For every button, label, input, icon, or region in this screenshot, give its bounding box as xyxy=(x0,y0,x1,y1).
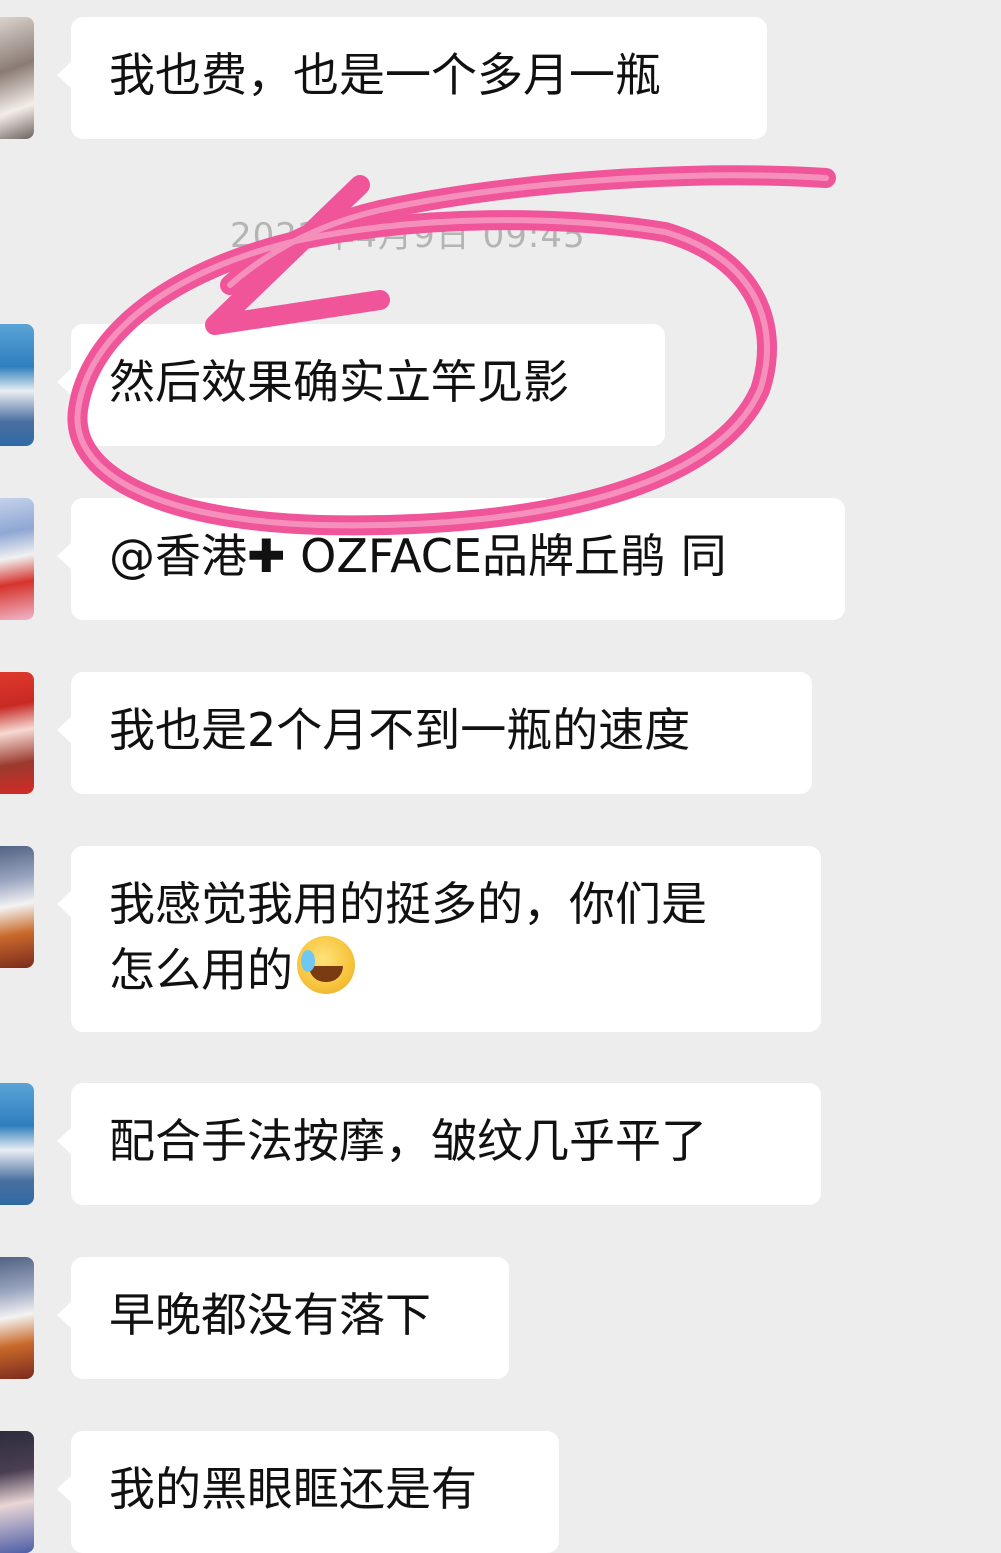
message-bubble[interactable]: 早晚都没有落下 xyxy=(57,1257,509,1379)
message-bubble[interactable]: 我也费，也是一个多月一瓶 xyxy=(57,17,767,139)
message-text: 我的黑眼眶还是有 xyxy=(109,1462,477,1516)
avatar[interactable] xyxy=(0,672,34,794)
tears-of-joy-emoji-icon xyxy=(297,936,355,994)
message-text: @香港✚ OZFACE品牌丘鹃 同 xyxy=(109,529,727,583)
message-bubble[interactable]: 配合手法按摩，皱纹几乎平了 xyxy=(57,1083,821,1205)
message-text: 我也费，也是一个多月一瓶 xyxy=(109,48,661,102)
avatar[interactable] xyxy=(0,498,34,620)
avatar[interactable] xyxy=(0,1083,34,1205)
message-text-line: 怎么用的 xyxy=(109,936,783,1002)
avatar[interactable] xyxy=(0,324,34,446)
avatar[interactable] xyxy=(0,846,34,968)
message-bubble[interactable]: 我感觉我用的挺多的，你们是 怎么用的 xyxy=(57,846,821,1032)
message-timestamp: 2022年4月9日 09:45 xyxy=(230,216,586,256)
message-bubble[interactable]: 我也是2个月不到一瓶的速度 xyxy=(57,672,812,794)
message-bubble[interactable]: @香港✚ OZFACE品牌丘鹃 同 xyxy=(57,498,845,620)
message-text: 我也是2个月不到一瓶的速度 xyxy=(109,703,691,757)
chat-view: 我也费，也是一个多月一瓶 2022年4月9日 09:45 然后效果确实立竿见影 … xyxy=(0,0,1001,1553)
message-bubble[interactable]: 然后效果确实立竿见影 xyxy=(57,324,665,446)
message-text: 然后效果确实立竿见影 xyxy=(109,355,569,409)
message-text: 怎么用的 xyxy=(109,943,293,997)
message-bubble[interactable]: 我的黑眼眶还是有 xyxy=(57,1431,559,1553)
avatar[interactable] xyxy=(0,1257,34,1379)
message-text: 配合手法按摩，皱纹几乎平了 xyxy=(109,1114,707,1168)
message-text-line: 我感觉我用的挺多的，你们是 xyxy=(109,877,707,931)
avatar[interactable] xyxy=(0,17,34,139)
avatar[interactable] xyxy=(0,1431,34,1553)
message-text: 早晚都没有落下 xyxy=(109,1288,431,1342)
